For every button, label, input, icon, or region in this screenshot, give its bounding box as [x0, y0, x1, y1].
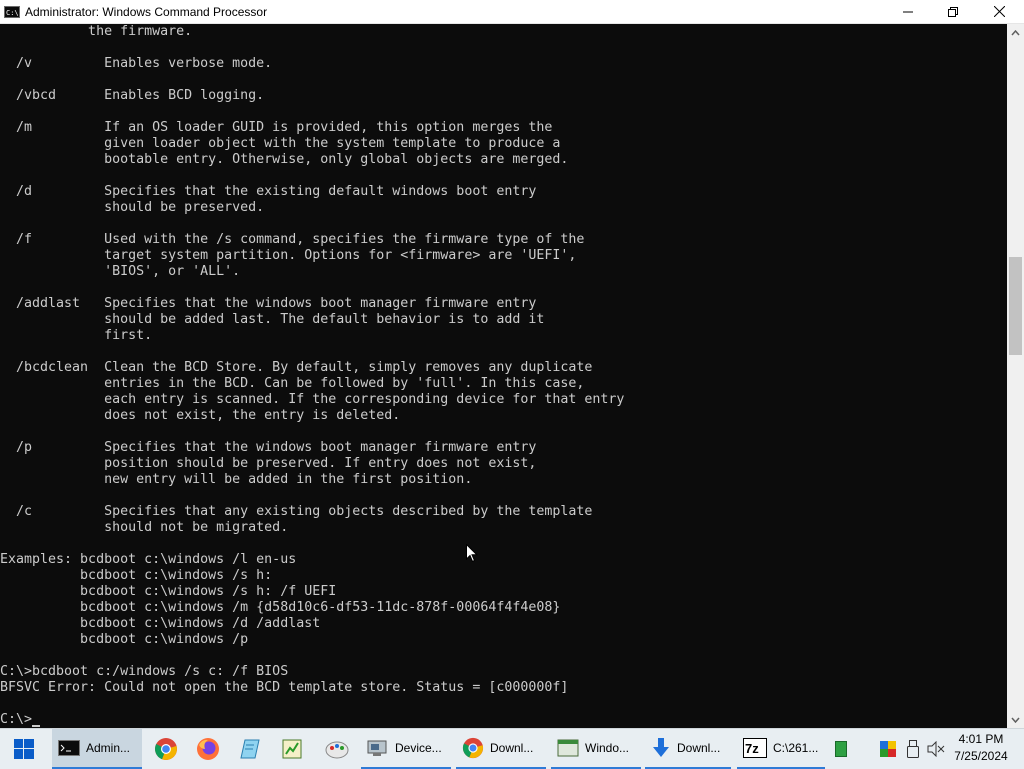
taskbar: Admin... Device... Downl... Windo... Dow…: [0, 728, 1024, 769]
chrome-icon: [155, 738, 177, 760]
color-app-icon: [880, 741, 896, 757]
taskbar-item-7zip[interactable]: 7z C:\261...: [737, 729, 825, 769]
tray-item-color-app[interactable]: [878, 729, 898, 769]
console-line: position should be preserved. If entry d…: [0, 456, 537, 471]
taskbar-item-label: Downl...: [677, 741, 721, 755]
console-line: the firmware.: [0, 24, 193, 39]
svg-text:7z: 7z: [745, 741, 759, 756]
taskbar-item-firefox[interactable]: [188, 729, 228, 769]
clock-date: 7/25/2024: [954, 749, 1008, 763]
notepad-icon: [240, 739, 260, 759]
taskbar-item-paint[interactable]: [316, 729, 358, 769]
download-icon: [653, 738, 669, 757]
spreadsheet-icon: [282, 739, 302, 759]
chevron-down-icon: [1011, 717, 1020, 723]
prompt-line[interactable]: C:\>: [0, 712, 41, 728]
taskbar-item-cmd[interactable]: Admin...: [52, 729, 142, 769]
minimize-button[interactable]: [885, 0, 931, 23]
cmd-app-icon: C:\: [4, 5, 20, 18]
mouse-cursor-icon: [466, 544, 478, 563]
vertical-scrollbar[interactable]: [1007, 24, 1024, 728]
window-icon: [557, 739, 579, 757]
taskbar-item-chrome[interactable]: [146, 729, 186, 769]
paint-icon: [325, 741, 349, 759]
taskbar-item-label: C:\261...: [773, 741, 819, 755]
chevron-up-icon: [1011, 29, 1020, 35]
close-icon: [993, 6, 1005, 17]
console-line: /v Enables verbose mode.: [0, 56, 273, 71]
console-line: 'BIOS', or 'ALL'.: [0, 264, 241, 279]
console-line: should be added last. The default behavi…: [0, 312, 545, 327]
console-line: entries in the BCD. Can be followed by '…: [0, 376, 585, 391]
console-line: should be preserved.: [0, 200, 265, 215]
console-line: bcdboot c:\windows /p: [0, 632, 249, 647]
console-line: /c Specifies that any existing objects d…: [0, 504, 593, 519]
restore-icon: [948, 6, 958, 17]
console-line: each entry is scanned. If the correspond…: [0, 392, 625, 407]
console-output[interactable]: the firmware. /v Enables verbose mode. /…: [0, 24, 1007, 728]
tray-item-usb[interactable]: [904, 729, 922, 769]
system-clock[interactable]: 4:01 PM 7/25/2024: [950, 731, 1012, 765]
scroll-up-arrow[interactable]: [1007, 24, 1024, 41]
windows-logo-icon: [14, 739, 34, 759]
console-line: BFSVC Error: Could not open the BCD temp…: [0, 680, 569, 695]
console-line: bcdboot c:\windows /s h: /f UEFI: [0, 584, 337, 599]
console-line: /vbcd Enables BCD logging.: [0, 88, 265, 103]
close-button[interactable]: [976, 0, 1022, 23]
taskbar-item-chrome-downloads[interactable]: Downl...: [456, 729, 546, 769]
7zip-icon: 7z: [743, 738, 767, 758]
console-line: Examples: bcdboot c:\windows /l en-us: [0, 552, 297, 567]
chrome-icon: [462, 737, 484, 759]
console-line: bootable entry. Otherwise, only global o…: [0, 152, 569, 167]
taskbar-item-label: Downl...: [490, 741, 534, 755]
text-cursor: [32, 725, 41, 727]
console-line: first.: [0, 328, 153, 343]
console-line: target system partition. Options for <fi…: [0, 248, 577, 263]
scroll-down-arrow[interactable]: [1007, 711, 1024, 728]
console-line: /m If an OS loader GUID is provided, thi…: [0, 120, 553, 135]
device-manager-icon: [367, 740, 387, 756]
console-line: /p Specifies that the windows boot manag…: [0, 440, 537, 455]
taskbar-item-downloads[interactable]: Downl...: [645, 729, 731, 769]
console-line: bcdboot c:\windows /d /addlast: [0, 616, 321, 631]
title-bar: C:\ Administrator: Windows Command Proce…: [0, 0, 1024, 24]
console-line: /addlast Specifies that the windows boot…: [0, 296, 537, 311]
console-line: new entry will be added in the first pos…: [0, 472, 473, 487]
firefox-icon: [197, 738, 219, 760]
taskbar-item-label: Admin...: [86, 741, 131, 755]
minimize-icon: [903, 11, 913, 12]
taskbar-item-device-manager[interactable]: Device...: [361, 729, 451, 769]
console-line: /d Specifies that the existing default w…: [0, 184, 537, 199]
start-button[interactable]: [0, 729, 48, 769]
cmd-icon: [58, 740, 80, 756]
taskbar-item-spreadsheet[interactable]: [272, 729, 312, 769]
taskbar-item-windows[interactable]: Windo...: [551, 729, 641, 769]
taskbar-item-label: Windo...: [585, 741, 630, 755]
clock-time: 4:01 PM: [958, 732, 1004, 746]
console-line: /bcdclean Clean the BCD Store. By defaul…: [0, 360, 593, 375]
window-title: Administrator: Windows Command Processor: [25, 4, 268, 19]
console-line: bcdboot c:\windows /m {d58d10c6-df53-11d…: [0, 600, 561, 615]
console-line: should not be migrated.: [0, 520, 289, 535]
scrollbar-thumb[interactable]: [1009, 257, 1022, 355]
tray-item-volume[interactable]: [926, 729, 946, 769]
console-line: bcdboot c:\windows /s h:: [0, 568, 273, 583]
maximize-button[interactable]: [930, 0, 976, 23]
console-line: given loader object with the system temp…: [0, 136, 561, 151]
green-app-icon: [835, 741, 847, 757]
console-line: /f Used with the /s command, specifies t…: [0, 232, 585, 247]
console-line: C:\>bcdboot c:/windows /s c: /f BIOS: [0, 664, 289, 679]
taskbar-item-notepad[interactable]: [230, 729, 270, 769]
volume-muted-icon: [927, 741, 945, 757]
console-line: does not exist, the entry is deleted.: [0, 408, 401, 423]
tray-item-green-app[interactable]: [832, 729, 850, 769]
usb-icon: [907, 740, 919, 758]
taskbar-item-label: Device...: [395, 741, 442, 755]
command-prompt: C:\>: [0, 712, 33, 727]
